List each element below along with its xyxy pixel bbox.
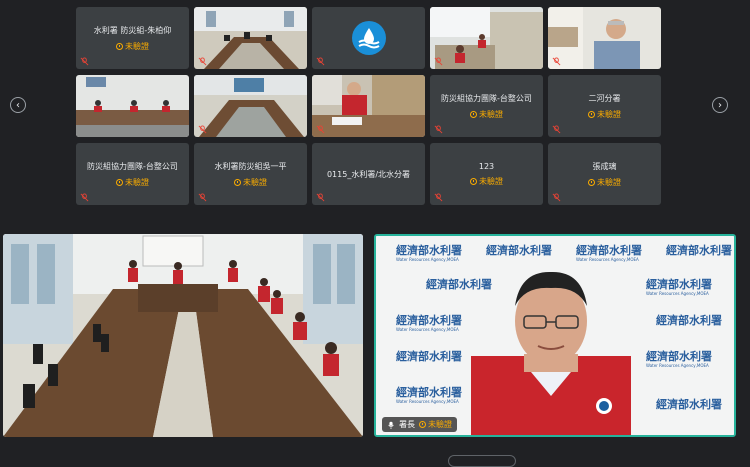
participant-video-tile[interactable] [194,75,307,137]
meeting-room-video [194,75,307,137]
person-video [548,7,661,69]
mic-off-icon [552,193,561,202]
meeting-room-video [76,75,189,137]
participant-tile[interactable]: 防災組協力團隊-台整公司 未驗證 [430,75,543,137]
verification-status: 未驗證 [588,177,621,188]
mic-off-icon [198,193,207,202]
svg-text:Water Resources Agency,MOEA: Water Resources Agency,MOEA [396,399,459,404]
speaker-scene: 經濟部水利署 經濟部水利署 經濟部水利署 經濟部水利署 經濟部水利署 經濟部水利… [376,236,734,435]
office-video [430,7,543,69]
clock-icon [116,42,123,50]
participant-tile[interactable]: 防災組協力團隊-台整公司 未驗證 [76,143,189,205]
verification-status: 未驗證 [470,109,503,120]
participant-tile[interactable]: 水利署 防災組-朱柏仰 未驗證 [76,7,189,69]
verification-status: 未驗證 [419,419,452,430]
svg-text:經濟部水利署: 經濟部水利署 [486,243,552,257]
participant-name: 水利署防災組吳一平 [214,161,287,171]
speaker-label: 署長 未驗證 [382,417,457,432]
mic-off-icon [316,125,325,134]
svg-text:經濟部水利署: 經濟部水利署 [656,397,722,411]
mic-off-icon [80,57,89,66]
svg-text:經濟部水利署: 經濟部水利署 [646,277,712,291]
mic-off-icon [552,57,561,66]
chevron-left-icon: ‹ [16,99,20,111]
clock-icon [588,110,595,118]
participant-logo-tile[interactable] [312,7,425,69]
microphone-icon [388,421,394,429]
participant-name: 防災組協力團隊-台整公司 [441,93,532,103]
clock-icon [116,178,123,186]
mic-off-icon [434,57,443,66]
clock-icon [588,178,595,186]
svg-text:Water Resources Agency,MOEA: Water Resources Agency,MOEA [646,363,709,368]
mic-off-icon [552,125,561,134]
svg-text:Water Resources Agency,MOEA: Water Resources Agency,MOEA [646,291,709,296]
participant-video-tile[interactable] [194,7,307,69]
participant-video-tile[interactable] [76,75,189,137]
svg-text:Water Resources Agency,MOEA: Water Resources Agency,MOEA [396,327,459,332]
verification-status: 未驗證 [588,109,621,120]
svg-text:經濟部水利署: 經濟部水利署 [666,243,732,257]
toolbar-handle[interactable] [448,455,516,467]
svg-text:經濟部水利署: 經濟部水利署 [646,349,712,363]
verification-status: 未驗證 [234,177,267,188]
mic-off-icon [316,57,325,66]
participant-video-tile[interactable] [430,7,543,69]
participant-name: 二河分署 [588,93,621,103]
verification-status: 未驗證 [470,176,503,187]
speaker-name: 署長 [399,420,415,429]
verification-status: 未驗證 [116,177,149,188]
svg-text:經濟部水利署: 經濟部水利署 [576,243,642,257]
participant-tile[interactable]: 二河分署 未驗證 [548,75,661,137]
participant-video-tile[interactable] [548,7,661,69]
meeting-room-video [194,7,307,69]
water-agency-logo [351,21,386,55]
participant-name: 0115_水利署/北水分署 [326,169,411,179]
clock-icon [234,178,241,186]
next-page-button[interactable]: › [712,97,728,113]
participant-name: 水利署 防災組-朱柏仰 [93,25,172,35]
participant-tile[interactable]: 123 未驗證 [430,143,543,205]
participant-name: 張成璃 [592,161,617,171]
mic-off-icon [80,193,89,202]
chevron-right-icon: › [718,99,722,111]
meeting-room-scene [3,234,363,437]
participant-tile[interactable]: 水利署防災組吳一平 未驗證 [194,143,307,205]
participant-tile[interactable]: 張成璃 未驗證 [548,143,661,205]
mic-off-icon [316,193,325,202]
desk-video [312,75,425,137]
svg-text:Water Resources Agency,MOEA: Water Resources Agency,MOEA [396,257,459,262]
svg-text:經濟部水利署: 經濟部水利署 [396,349,462,363]
clock-icon [419,421,426,428]
mic-off-icon [198,57,207,66]
participant-video-tile[interactable] [312,75,425,137]
svg-text:經濟部水利署: 經濟部水利署 [396,313,462,327]
prev-page-button[interactable]: ‹ [10,97,26,113]
participant-tile[interactable]: 0115_水利署/北水分署 [312,143,425,205]
main-video-meeting-room[interactable] [3,234,363,437]
svg-text:經濟部水利署: 經濟部水利署 [396,243,462,257]
clock-icon [470,110,477,118]
svg-text:經濟部水利署: 經濟部水利署 [396,385,462,399]
mic-off-icon [434,193,443,202]
participant-name: 123 [478,161,495,171]
clock-icon [470,177,477,185]
participant-grid: 水利署 防災組-朱柏仰 未驗證 防災組協力團隊-台整公司 未驗證 二河分署 未驗… [76,7,661,205]
verification-status: 未驗證 [116,41,149,52]
svg-text:Water Resources Agency,MOEA: Water Resources Agency,MOEA [576,257,639,262]
active-speaker-video[interactable]: 經濟部水利署 經濟部水利署 經濟部水利署 經濟部水利署 經濟部水利署 經濟部水利… [374,234,736,437]
mic-off-icon [434,125,443,134]
mic-off-icon [198,125,207,134]
svg-text:經濟部水利署: 經濟部水利署 [426,277,492,291]
participant-name: 防災組協力團隊-台整公司 [87,161,178,171]
svg-text:經濟部水利署: 經濟部水利署 [656,313,722,327]
